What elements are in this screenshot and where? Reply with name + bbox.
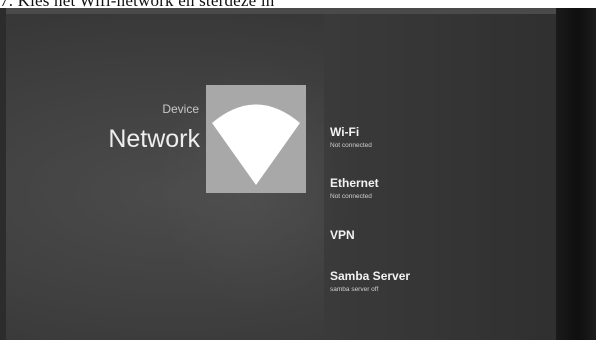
tv-photo: Device Network Wi-Fi Not connected Ether…: [0, 8, 596, 340]
menu-item-subtitle: Not connected: [330, 142, 372, 149]
menu-item-title: Wi-Fi: [330, 125, 360, 139]
menu-item-title: VPN: [330, 228, 355, 242]
menu-item-title: Samba Server: [330, 269, 411, 283]
wifi-icon: [212, 104, 300, 185]
menu-item-subtitle: Not connected: [330, 193, 372, 200]
menu-item-wifi[interactable]: Wi-Fi Not connected: [330, 125, 372, 149]
menu-item-vpn[interactable]: VPN: [330, 228, 355, 242]
menu-item-title: Ethernet: [330, 176, 379, 190]
page: 7. Kies het Wifi-network en sterdeze in …: [0, 0, 596, 340]
network-icon-tile: [206, 85, 306, 193]
menu-item-subtitle: samba server off: [330, 286, 379, 293]
tv-screen: Device Network: [6, 14, 562, 340]
tv-bezel-right: [556, 8, 596, 340]
menu-item-samba-server[interactable]: Samba Server samba server off: [330, 269, 410, 293]
menu-item-ethernet[interactable]: Ethernet Not connected: [330, 176, 379, 200]
section-label: Device: [162, 102, 199, 116]
page-title: Network: [108, 125, 200, 153]
